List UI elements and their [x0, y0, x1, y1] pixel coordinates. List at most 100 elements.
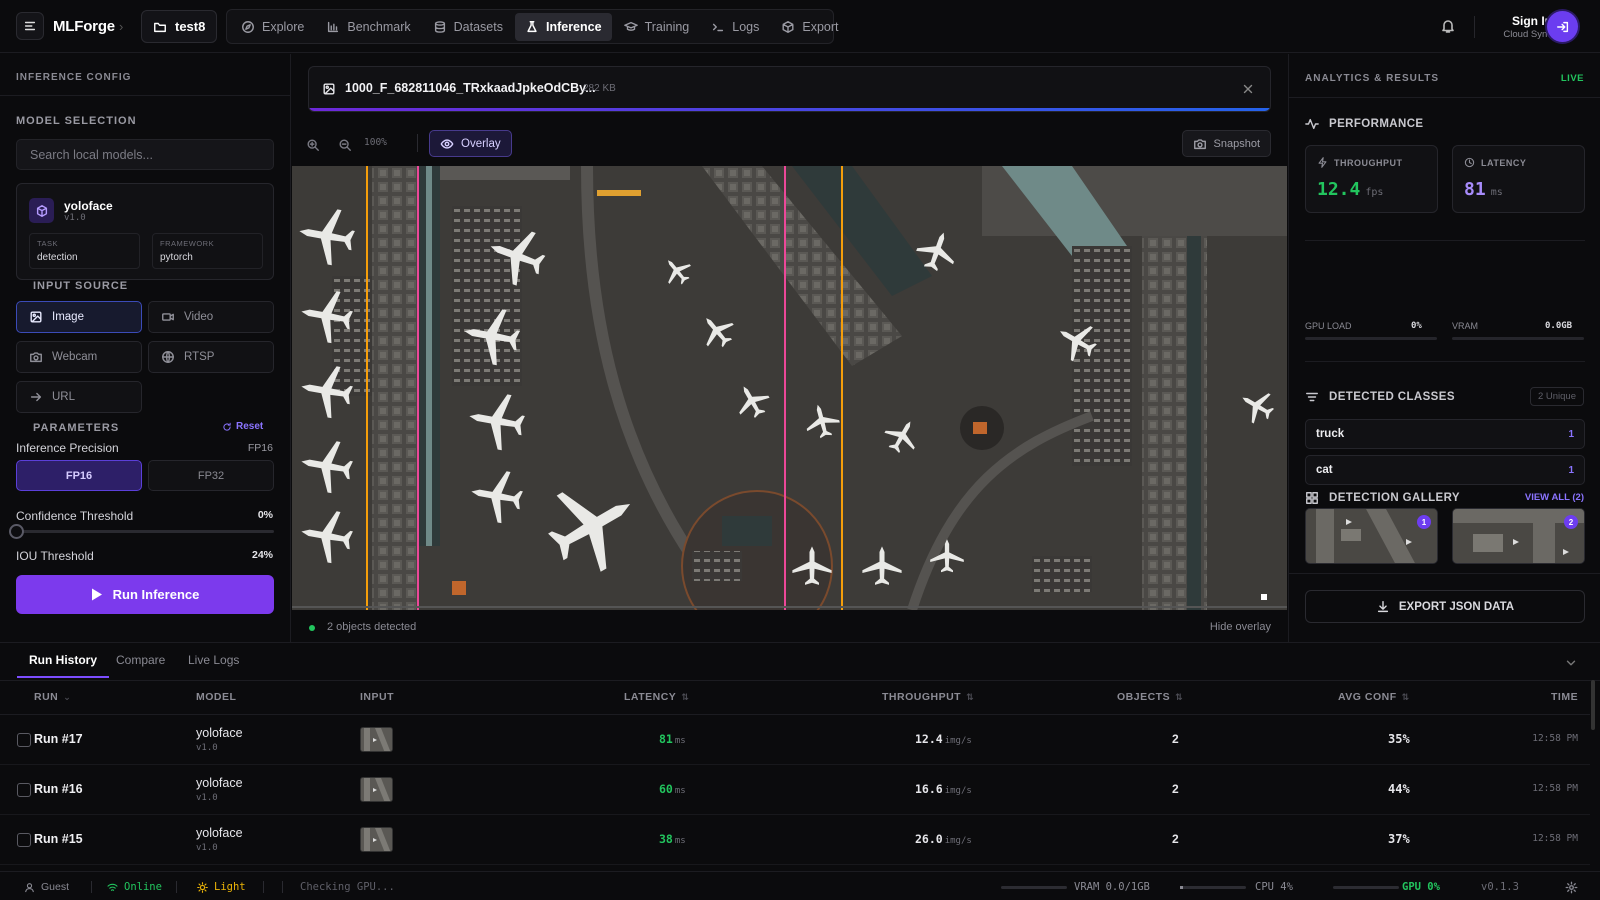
- overlay-label: Overlay: [461, 137, 501, 150]
- hide-overlay-link[interactable]: Hide overlay: [1210, 621, 1271, 633]
- notifications-button[interactable]: [1440, 18, 1456, 34]
- sign-in-link[interactable]: Sign In Cloud Sync: [1480, 14, 1552, 40]
- row-checkbox[interactable]: [17, 833, 31, 847]
- zoom-level: 100%: [364, 137, 387, 148]
- zoom-in-button[interactable]: [306, 138, 320, 152]
- latency-value: 81: [1464, 179, 1486, 200]
- run-inference-button[interactable]: Run Inference: [16, 575, 274, 614]
- sign-in-button[interactable]: [1547, 11, 1578, 42]
- menu-toggle-button[interactable]: [16, 12, 44, 40]
- row-model-version: v1.0: [196, 743, 218, 753]
- zoom-out-button[interactable]: [338, 138, 352, 152]
- nav-tab-training[interactable]: Training: [614, 13, 700, 41]
- nav-tab-benchmark[interactable]: Benchmark: [316, 13, 420, 41]
- throughput-card: THROUGHPUT 12.4 fps: [1305, 145, 1438, 213]
- header-label: AVG CONF: [1338, 691, 1397, 703]
- column-header-input: INPUT: [360, 691, 394, 703]
- class-row-truck[interactable]: truck 1: [1305, 419, 1585, 449]
- column-header-latency[interactable]: LATENCY ⇅: [624, 691, 689, 703]
- vram-label: VRAM: [1452, 321, 1479, 331]
- status-online: Online: [107, 881, 162, 893]
- header-label: LATENCY: [624, 691, 677, 703]
- view-all-link[interactable]: VIEW ALL (2): [1525, 492, 1584, 503]
- reset-button[interactable]: Reset: [222, 421, 263, 432]
- project-selector[interactable]: test8: [141, 10, 218, 43]
- source-video-button[interactable]: Video: [148, 301, 274, 333]
- tab-compare[interactable]: Compare: [116, 653, 165, 678]
- live-badge: LIVE: [1560, 73, 1584, 84]
- precision-fp16-button[interactable]: FP16: [16, 460, 142, 491]
- close-file-button[interactable]: [1241, 82, 1255, 96]
- detected-classes-label: DETECTED CLASSES: [1329, 391, 1455, 403]
- performance-label: PERFORMANCE: [1329, 118, 1424, 130]
- nav-tab-explore[interactable]: Explore: [231, 13, 314, 41]
- collapse-panel-button[interactable]: [1564, 656, 1578, 670]
- latency-unit: ms: [1490, 187, 1503, 198]
- divider: [417, 134, 418, 152]
- precision-fp32-button[interactable]: FP32: [148, 460, 274, 491]
- model-search-input[interactable]: [16, 139, 274, 170]
- nav-tab-label: Explore: [262, 19, 305, 34]
- source-image-button[interactable]: Image: [16, 301, 142, 333]
- grid-icon: [1306, 492, 1318, 504]
- throughput-value-wrap: 12.4 fps: [1317, 179, 1383, 200]
- nav-tab-logs[interactable]: Logs: [701, 13, 769, 41]
- column-header-throughput[interactable]: THROUGHPUT ⇅: [882, 691, 974, 703]
- export-json-button[interactable]: EXPORT JSON DATA: [1305, 590, 1585, 623]
- table-row[interactable]: Run #17 yoloface v1.0 81 ms 12.4 img/s 2 3…: [0, 715, 1590, 765]
- column-header-model: MODEL: [196, 691, 237, 703]
- tab-run-history[interactable]: Run History: [17, 653, 110, 678]
- gallery-label: DETECTION GALLERY: [1329, 492, 1460, 504]
- column-header-avg-conf[interactable]: AVG CONF ⇅: [1338, 691, 1410, 703]
- image-file-icon: [323, 83, 335, 95]
- cloud-sync-label: Cloud Sync: [1503, 29, 1552, 40]
- chevron-down-icon: [1566, 660, 1576, 666]
- gpu-status: GPU 0%: [1402, 881, 1440, 893]
- objects-detected-text: 2 objects detected: [327, 621, 417, 633]
- precision-label: Inference Precision: [16, 441, 119, 455]
- column-header-objects[interactable]: OBJECTS ⇅: [1117, 691, 1183, 703]
- inference-image[interactable]: [292, 166, 1287, 610]
- brand-name: MLForge: [53, 18, 115, 35]
- class-row-cat[interactable]: cat 1: [1305, 455, 1585, 485]
- flask-icon: [527, 20, 537, 32]
- nav-tab-export[interactable]: Export: [771, 13, 848, 41]
- table-row[interactable]: Run #16 yoloface v1.0 60 ms 16.6 img/s 2 4…: [0, 765, 1590, 815]
- row-checkbox[interactable]: [17, 733, 31, 747]
- theme-toggle[interactable]: Light: [197, 881, 246, 893]
- iou-label: IOU Threshold: [16, 549, 94, 563]
- run-id: Run #17: [34, 732, 83, 746]
- row-throughput: 26.0 img/s: [915, 832, 972, 846]
- nav-tab-inference[interactable]: Inference: [514, 12, 612, 41]
- sun-icon: [197, 881, 208, 893]
- source-webcam-button[interactable]: Webcam: [16, 341, 142, 373]
- tab-live-logs[interactable]: Live Logs: [188, 653, 239, 678]
- status-user[interactable]: Guest: [24, 881, 69, 893]
- snapshot-button[interactable]: Snapshot: [1181, 130, 1271, 157]
- nav-tab-datasets[interactable]: Datasets: [423, 13, 513, 41]
- latency-value: 60: [659, 782, 673, 796]
- model-card[interactable]: yoloface v1.0 TASK detection FRAMEWORK p…: [16, 183, 274, 280]
- source-url-button[interactable]: URL: [16, 381, 142, 413]
- settings-button[interactable]: [1565, 881, 1578, 894]
- bar-chart-icon: [328, 21, 339, 32]
- row-checkbox[interactable]: [17, 783, 31, 797]
- input-source-heading: INPUT SOURCE: [33, 280, 129, 292]
- overlay-toggle-button[interactable]: Overlay: [429, 130, 512, 157]
- table-scrollbar[interactable]: [1591, 680, 1595, 730]
- source-rtsp-button[interactable]: RTSP: [148, 341, 274, 373]
- file-name: 1000_F_682811046_TRxkaadJpkeOdCBy...: [345, 81, 596, 95]
- confidence-slider[interactable]: [9, 524, 274, 539]
- menu-icon: [24, 21, 36, 31]
- gallery-thumb-1[interactable]: 1: [1305, 508, 1438, 564]
- table-row[interactable]: Run #15 yoloface v1.0 38 ms 26.0 img/s 2 3…: [0, 815, 1590, 865]
- sign-in-label: Sign In: [1512, 14, 1552, 28]
- vram-mini-bar: [1001, 886, 1067, 889]
- nav-tab-label: Benchmark: [347, 19, 411, 34]
- wifi-icon: [107, 883, 118, 891]
- file-size: 282 KB: [583, 83, 616, 94]
- column-header-run[interactable]: RUN ⌄: [34, 691, 71, 703]
- task-box: TASK detection: [29, 233, 140, 269]
- gallery-thumb-2[interactable]: 2: [1452, 508, 1585, 564]
- slider-handle[interactable]: [9, 524, 24, 539]
